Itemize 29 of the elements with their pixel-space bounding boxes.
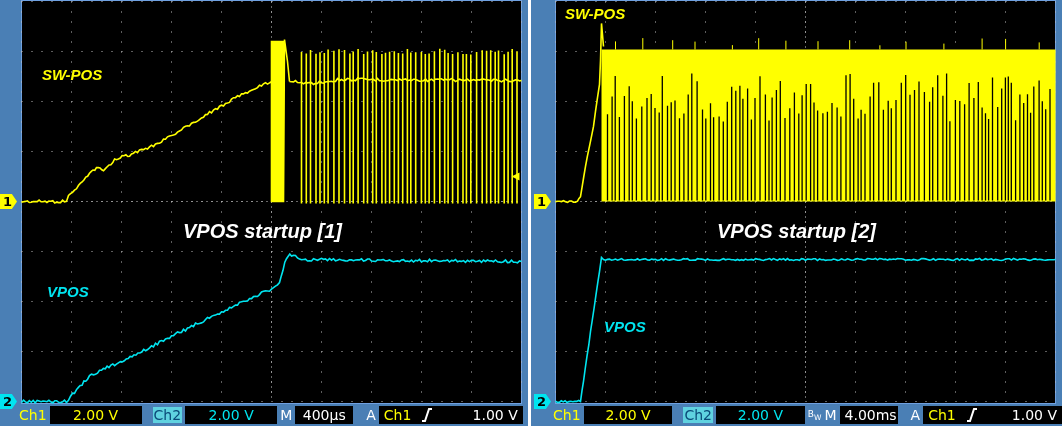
channel-label: Ch2 bbox=[152, 407, 183, 423]
channel-label: Ch1 bbox=[19, 407, 47, 423]
timebase-label: M bbox=[824, 407, 837, 423]
plot-title: VPOS startup [2] bbox=[717, 220, 876, 243]
trace-label: VPOS bbox=[47, 283, 89, 300]
trigger-source: Ch1 bbox=[383, 406, 412, 424]
scale-readout: 2.00 V bbox=[716, 406, 805, 424]
trigger-level: 1.00 V bbox=[1011, 406, 1057, 424]
trace-label: SW-POS bbox=[565, 5, 626, 22]
scale-readout: 2.00 V bbox=[583, 406, 673, 424]
rising-edge-icon bbox=[965, 408, 978, 422]
channel-marker: 2 bbox=[0, 394, 17, 409]
timebase-readout: 4.00ms bbox=[839, 406, 898, 424]
rising-edge-icon bbox=[421, 408, 434, 422]
trigger-label: A bbox=[366, 407, 376, 423]
plot-title: VPOS startup [1] bbox=[183, 220, 342, 243]
scale-readout: 2.00 V bbox=[49, 406, 142, 424]
timebase-label: M bbox=[280, 407, 293, 423]
channel-label: Ch2 bbox=[683, 407, 713, 423]
trigger-source: Ch1 bbox=[928, 406, 956, 424]
scale-readout: 2.00 V bbox=[185, 406, 278, 424]
trigger-label: A bbox=[910, 407, 921, 423]
channel-marker: 2 bbox=[534, 394, 551, 409]
trace-label: VPOS bbox=[604, 318, 646, 335]
timebase-readout: 400µs bbox=[295, 406, 354, 424]
channel-label: Ch1 bbox=[553, 407, 581, 423]
trigger-level: 1.00 V bbox=[472, 406, 518, 424]
bandwidth-limit-label: B$_{W}$ bbox=[807, 408, 822, 422]
trace-label: SW-POS bbox=[42, 66, 103, 83]
